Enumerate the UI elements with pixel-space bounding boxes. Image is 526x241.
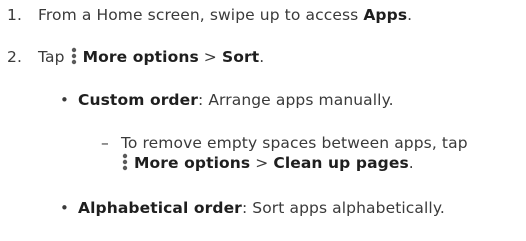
alphabetical-order-desc: : Sort apps alphabetically. [241, 199, 445, 217]
step-text-after: . [407, 6, 413, 24]
apps-term: Apps [363, 6, 408, 24]
alphabetical-order-term: Alphabetical order [78, 199, 242, 217]
more-options-term: More options [82, 48, 199, 66]
step-number: 1. [7, 6, 22, 24]
list-item-text: Alphabetical order: Sort apps alphabetic… [78, 198, 445, 218]
sub-note-text-after: . [408, 154, 414, 172]
custom-order-term: Custom order [78, 91, 198, 109]
more-options-term: More options [134, 154, 251, 172]
sub-note-menu-path: More options > Clean up pages. [121, 153, 414, 173]
menu-separator: > [198, 48, 222, 66]
step-text: From a Home screen, swipe up to access A… [38, 5, 412, 25]
menu-separator: > [250, 154, 274, 172]
dash-icon: – [101, 134, 109, 152]
step-text-before: Tap [38, 48, 70, 66]
instruction-document: 1. From a Home screen, swipe up to acces… [0, 0, 526, 241]
step-text: Tap More options > Sort. [38, 47, 264, 67]
sub-note-text: To remove empty spaces between apps, tap [121, 134, 468, 152]
bullet-icon: • [60, 91, 69, 109]
more-options-icon [71, 47, 77, 65]
bullet-icon: • [60, 199, 69, 217]
step-number: 2. [7, 48, 22, 66]
step-text-before: From a Home screen, swipe up to access [38, 6, 364, 24]
step-text-after: . [259, 48, 265, 66]
custom-order-desc: : Arrange apps manually. [198, 91, 394, 109]
list-item-text: Custom order: Arrange apps manually. [78, 90, 394, 110]
clean-up-pages-term: Clean up pages [273, 154, 409, 172]
sort-term: Sort [221, 48, 260, 66]
more-options-icon [122, 153, 128, 171]
